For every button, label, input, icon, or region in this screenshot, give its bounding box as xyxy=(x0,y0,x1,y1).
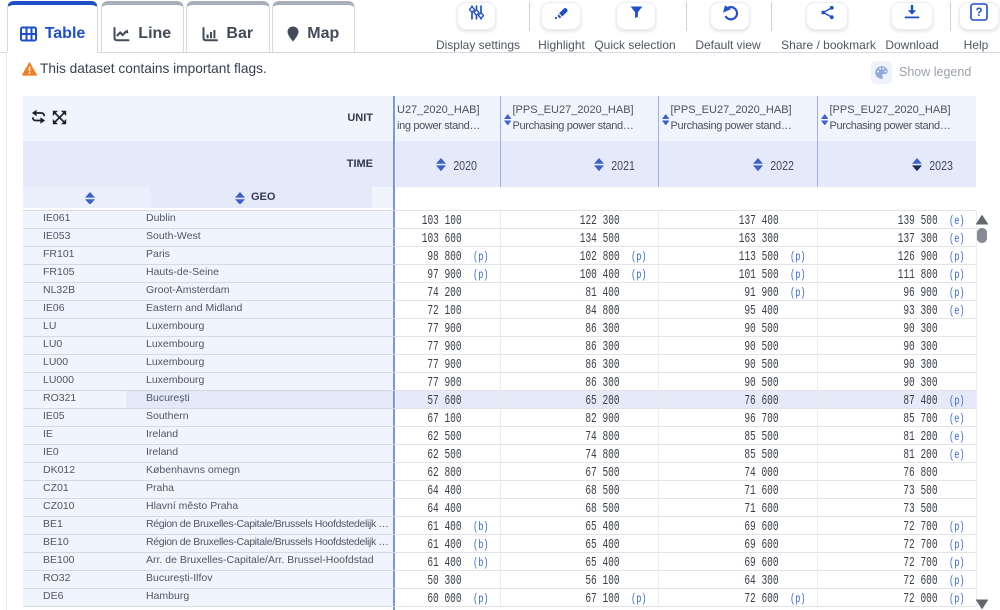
svg-text:?: ? xyxy=(975,7,982,19)
